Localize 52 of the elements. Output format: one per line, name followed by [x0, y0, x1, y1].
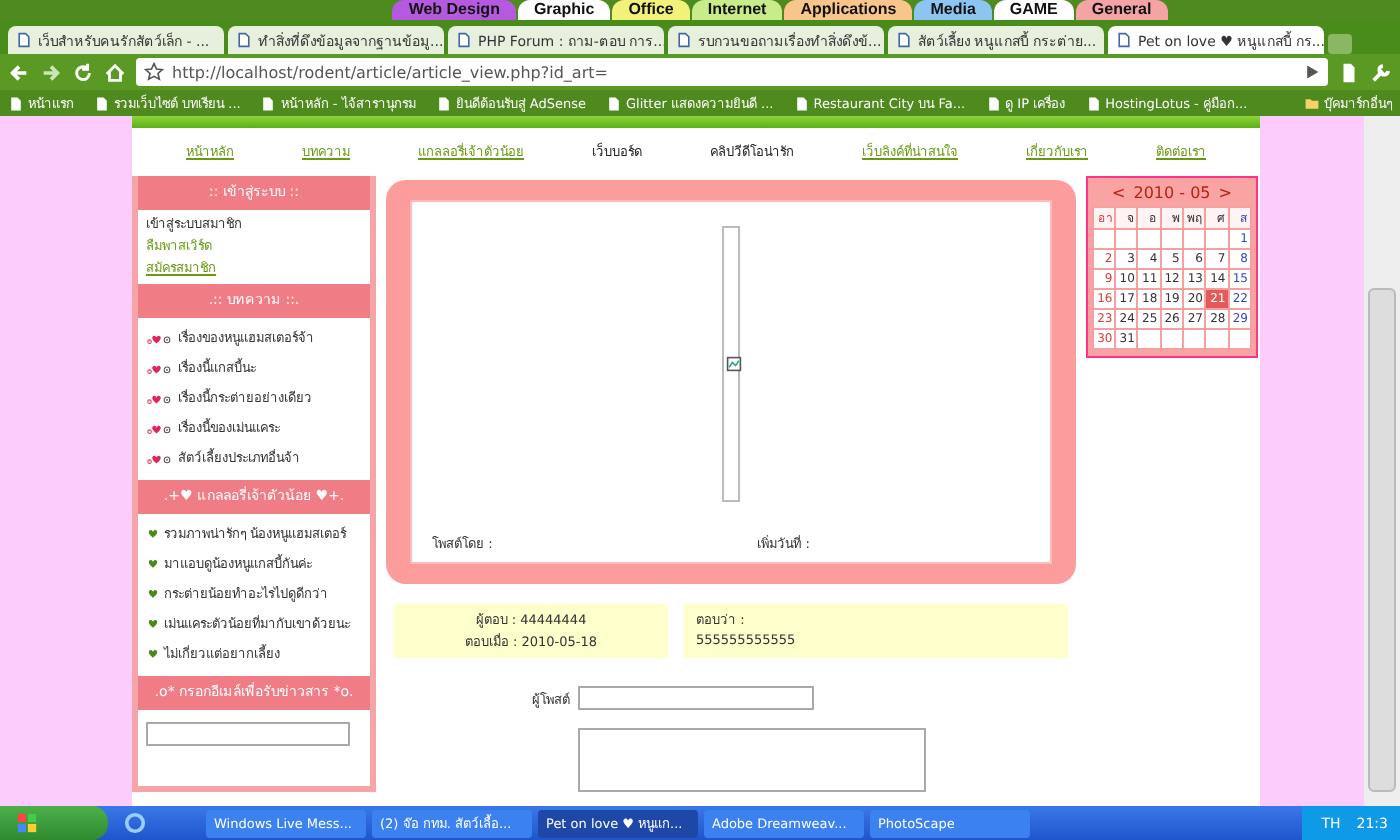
page-icon: [676, 32, 692, 48]
star-icon[interactable]: [144, 62, 164, 82]
start-button[interactable]: [0, 806, 108, 840]
reload-icon[interactable]: [72, 61, 94, 83]
heart-bullet-icon: [146, 392, 174, 406]
forward-icon[interactable]: [40, 61, 62, 83]
heart-icon: [146, 588, 160, 602]
heart-bullet-icon: [146, 422, 174, 436]
wrench-icon[interactable]: [1370, 61, 1392, 83]
heart-icon: [146, 558, 160, 572]
page-icon: [985, 95, 1002, 111]
category-tab[interactable]: GAME: [993, 0, 1074, 20]
page-icon: [605, 95, 622, 111]
address-bar[interactable]: http://localhost/rodent/article/article_view.php?id_art=: [136, 58, 1328, 86]
page-icon: [8, 95, 24, 111]
windows-flag-icon: [16, 812, 38, 834]
scrollbar[interactable]: [1364, 116, 1400, 806]
home-icon[interactable]: [104, 61, 126, 83]
play-icon[interactable]: [1304, 64, 1320, 80]
page-icon: [1116, 32, 1132, 48]
page-icon: [456, 32, 472, 48]
category-tab[interactable]: Media: [914, 0, 992, 20]
folder-icon: [1304, 95, 1320, 111]
page-icon[interactable]: [1338, 61, 1360, 83]
category-tab[interactable]: Applications: [784, 0, 913, 20]
page-icon: [260, 95, 277, 111]
heart-icon: [146, 528, 160, 542]
category-tab[interactable]: Web Design: [392, 0, 516, 20]
page-icon: [236, 32, 252, 48]
url-text: http://localhost/rodent/article/article_view.php?id_art=: [172, 63, 610, 81]
page-icon: [1085, 95, 1102, 111]
message-textarea[interactable]: [578, 728, 926, 792]
page-icon: [435, 95, 452, 111]
back-icon[interactable]: [8, 61, 30, 83]
browser-icon[interactable]: [124, 812, 146, 834]
category-tab[interactable]: Internet: [691, 0, 783, 20]
poster-input[interactable]: [578, 686, 814, 710]
page-icon: [793, 95, 810, 111]
category-tab[interactable]: General: [1075, 0, 1168, 20]
category-tab[interactable]: Office: [612, 0, 690, 20]
calendar-title: 2010 - 05: [1133, 184, 1211, 202]
heart-bullet-icon: [146, 452, 174, 466]
heart-icon: [146, 648, 160, 662]
email-input[interactable]: [146, 722, 350, 746]
scrollbar-thumb[interactable]: [1368, 288, 1396, 792]
heart-bullet-icon: [146, 362, 174, 376]
heart-icon: [146, 618, 160, 632]
heart-bullet-icon: [146, 332, 174, 346]
page-icon: [94, 95, 110, 111]
category-tab[interactable]: Graphic: [517, 0, 611, 20]
page-icon: [896, 32, 912, 48]
page-icon: [16, 32, 32, 48]
